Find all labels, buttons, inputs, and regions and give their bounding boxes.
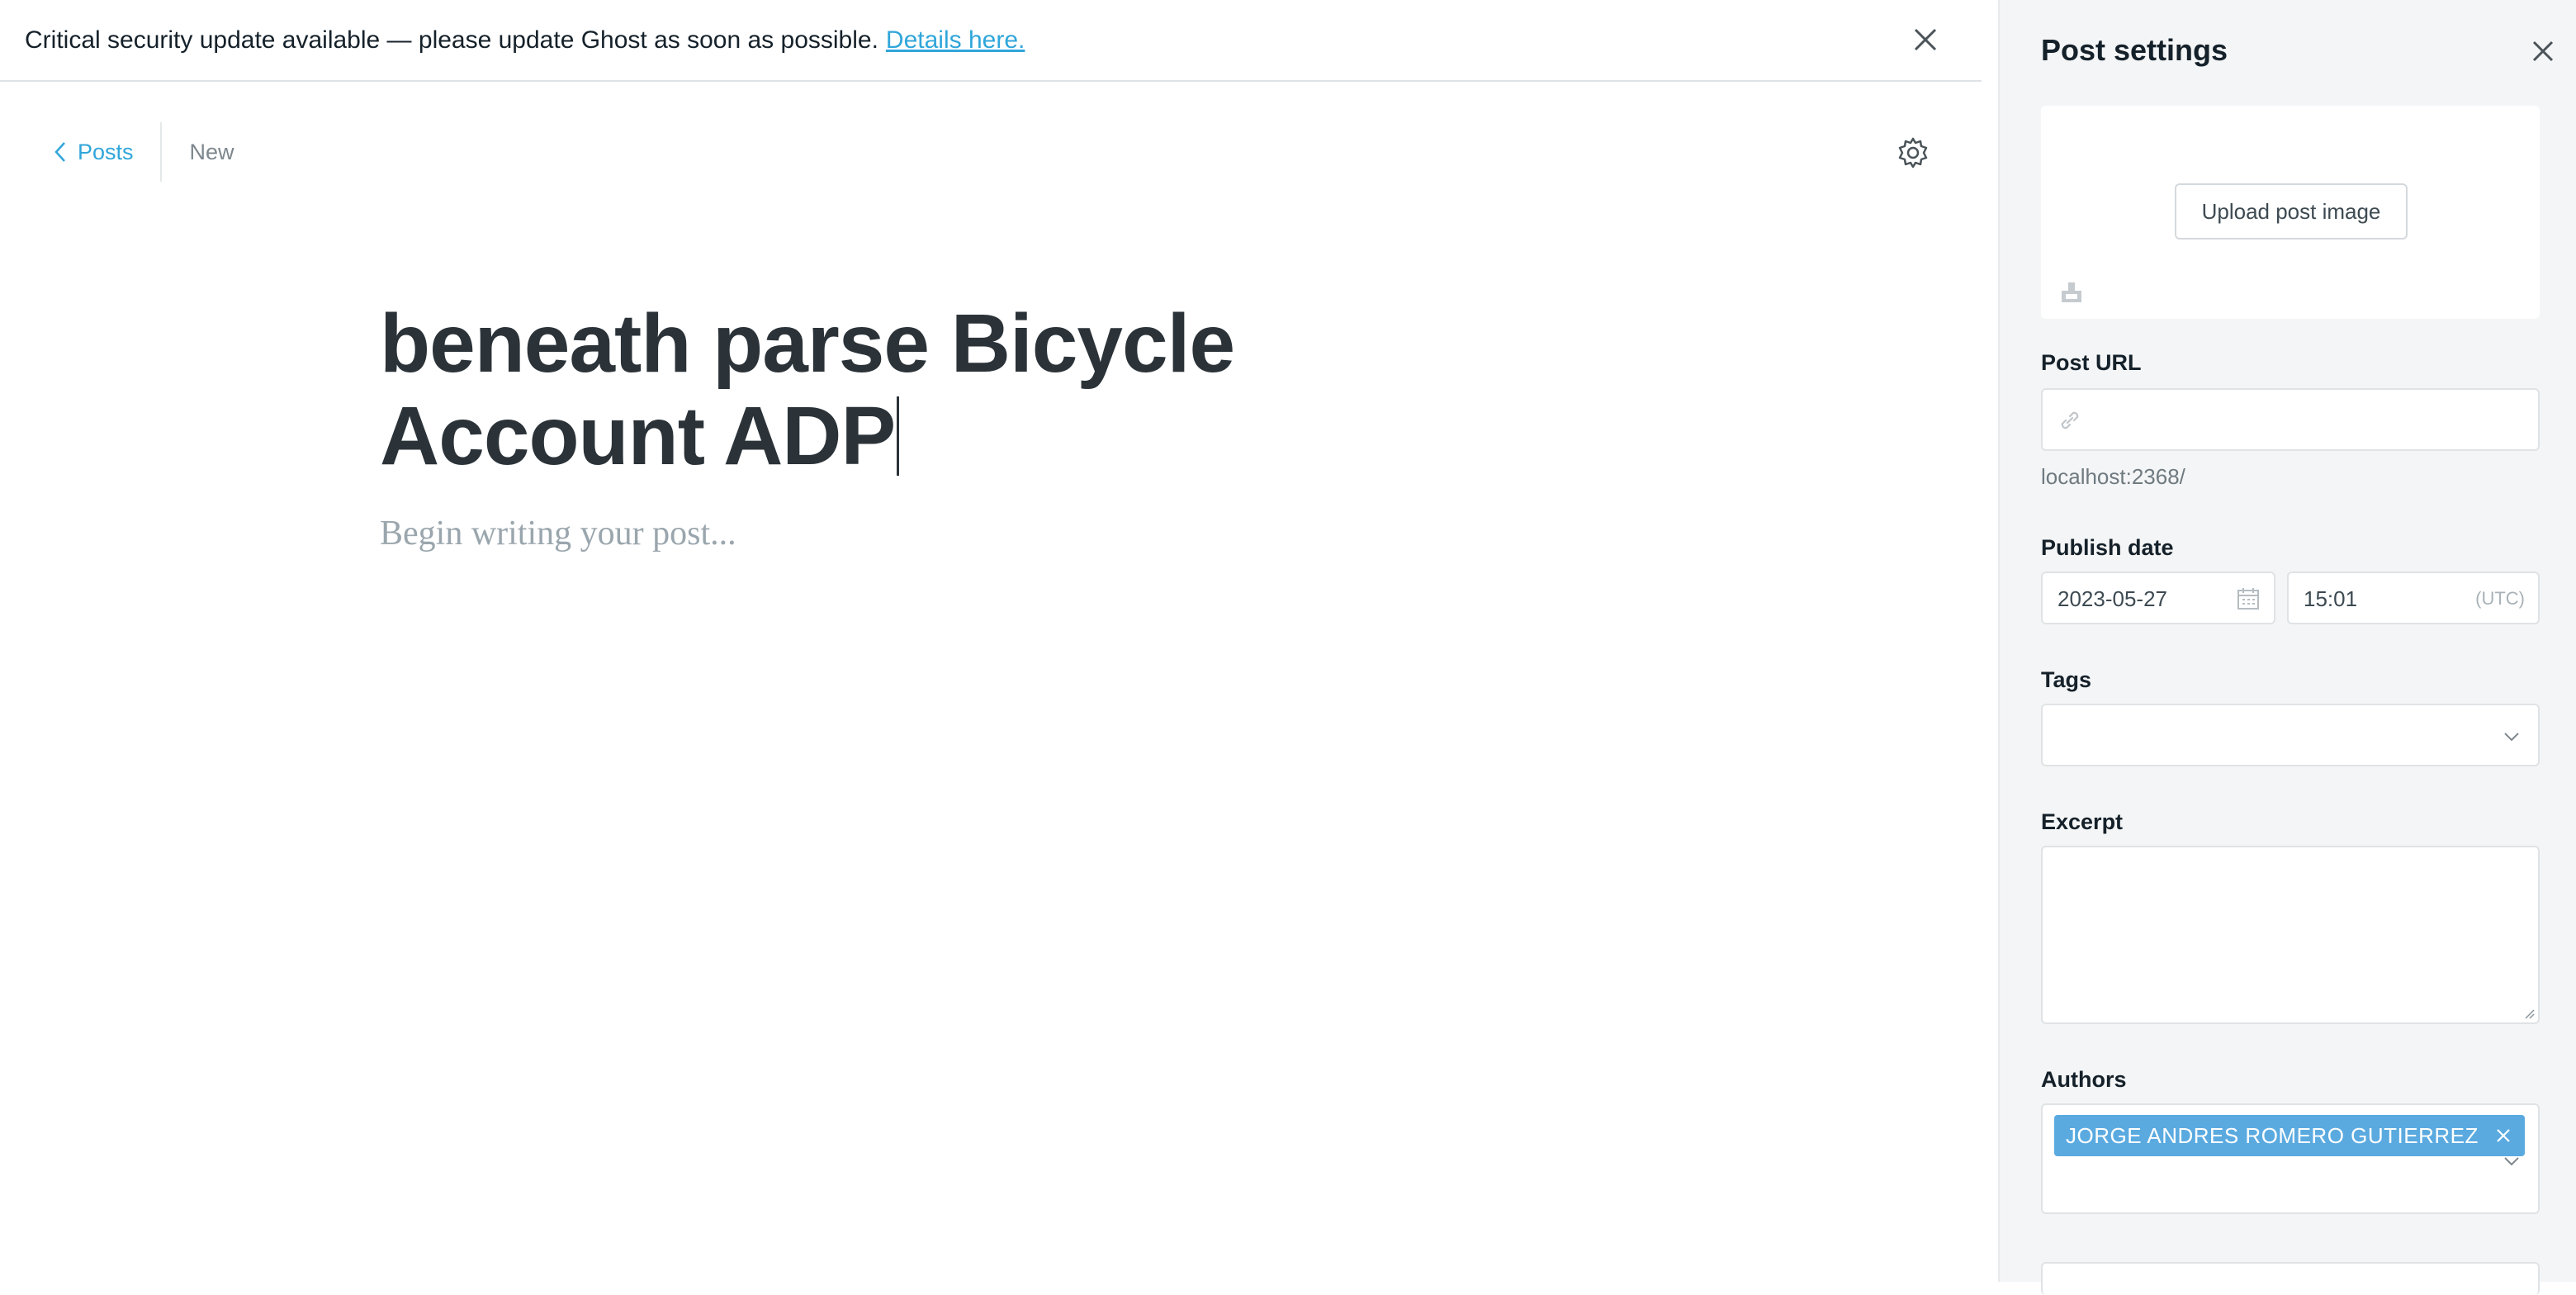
chevron-down-icon <box>2504 1157 2519 1166</box>
post-title-input[interactable]: beneath parse Bicycle Account ADP <box>380 297 1569 482</box>
image-icon <box>2062 282 2081 302</box>
posts-back-link[interactable]: Posts <box>53 122 162 182</box>
post-title-text: beneath parse Bicycle Account ADP <box>380 297 1235 482</box>
author-name: JORGE ANDRES ROMERO GUTIERREZ <box>2066 1122 2479 1148</box>
posts-back-label: Posts <box>78 139 134 164</box>
publish-date-label: Publish date <box>2041 535 2174 560</box>
next-field-input[interactable] <box>2041 1262 2540 1295</box>
post-body-editor[interactable]: Begin writing your post... <box>380 514 736 553</box>
editor-nav: Posts New <box>53 122 234 182</box>
security-banner: Critical security update available — ple… <box>0 0 1982 82</box>
banner-details-link[interactable]: Details here. <box>886 26 1025 55</box>
calendar-icon[interactable] <box>2236 586 2261 611</box>
post-status: New <box>189 139 234 164</box>
remove-author-icon[interactable] <box>2495 1127 2512 1144</box>
tags-label: Tags <box>2041 667 2092 692</box>
chevron-down-icon <box>2504 733 2519 742</box>
close-icon[interactable] <box>2528 36 2558 66</box>
editor-area: Critical security update available — ple… <box>0 0 1982 1282</box>
post-image-dropzone[interactable]: Upload post image <box>2041 106 2540 319</box>
chevron-left-icon <box>54 142 65 162</box>
resize-handle-icon[interactable] <box>2522 1006 2535 1019</box>
panel-title: Post settings <box>2041 33 2228 67</box>
upload-image-button[interactable]: Upload post image <box>2175 183 2408 240</box>
publish-time-value: 15:01 <box>2304 586 2358 611</box>
publish-date-input[interactable]: 2023-05-27 <box>2041 572 2275 624</box>
excerpt-textarea[interactable] <box>2041 846 2540 1024</box>
publish-time-input[interactable]: 15:01 (UTC) <box>2287 572 2540 624</box>
gear-icon[interactable] <box>1896 135 1930 170</box>
link-icon <box>2061 411 2079 429</box>
close-icon[interactable] <box>1909 23 1942 56</box>
post-settings-panel: Post settings Upload post image Post URL… <box>1998 0 2576 1295</box>
publish-date-value: 2023-05-27 <box>2057 586 2167 611</box>
authors-select[interactable]: JORGE ANDRES ROMERO GUTIERREZ <box>2041 1103 2540 1214</box>
author-chip: JORGE ANDRES ROMERO GUTIERREZ <box>2054 1115 2525 1156</box>
banner-message: Critical security update available — ple… <box>25 26 878 54</box>
post-url-label: Post URL <box>2041 350 2142 375</box>
timezone-label: (UTC) <box>2475 588 2525 609</box>
post-url-input[interactable] <box>2041 388 2540 451</box>
post-url-hint: localhost:2368/ <box>2041 464 2185 489</box>
text-caret <box>897 396 900 476</box>
excerpt-label: Excerpt <box>2041 809 2124 834</box>
tags-select[interactable] <box>2041 704 2540 766</box>
authors-label: Authors <box>2041 1067 2127 1092</box>
